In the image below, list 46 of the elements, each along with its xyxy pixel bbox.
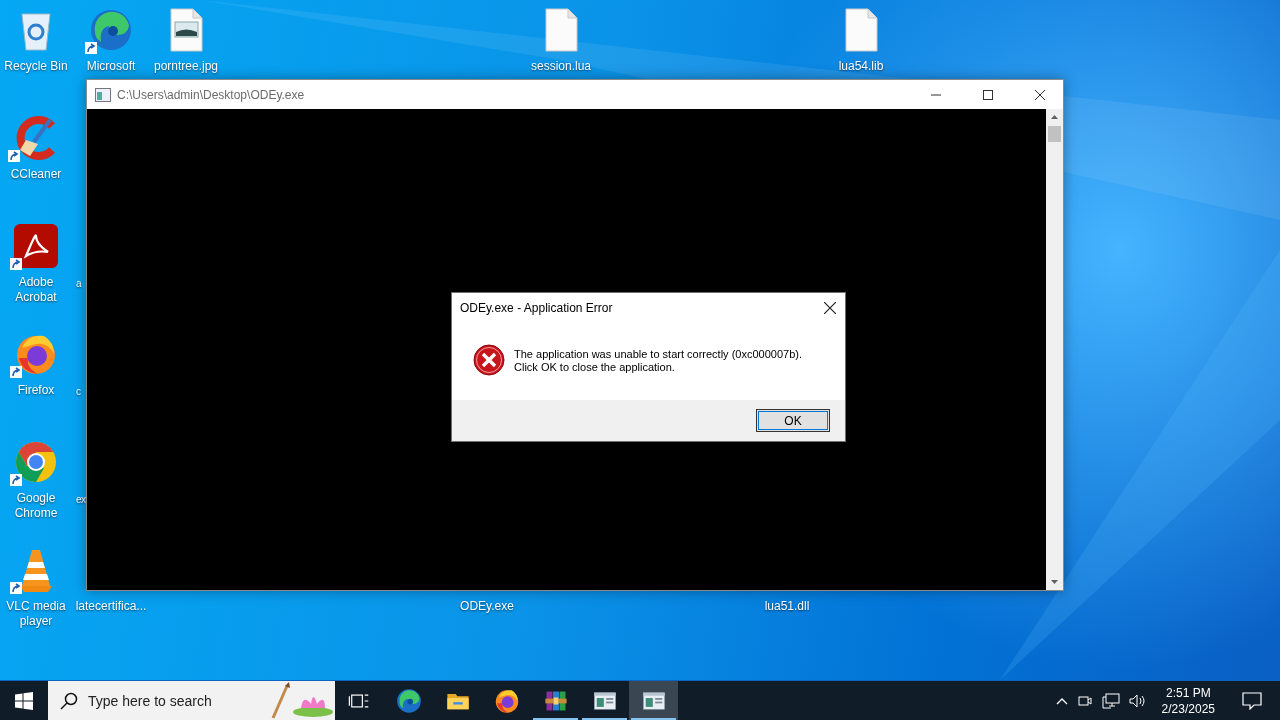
icon-label[interactable]: a: [76, 276, 82, 291]
icon-label[interactable]: Adobe Acrobat: [0, 275, 74, 305]
browser-icon: [395, 687, 422, 714]
error-message: The application was unable to start correctly (0xc000007b). Click OK to close the application.: [514, 348, 802, 374]
dialog-title: ODEy.exe - Application Error: [460, 300, 613, 315]
notification-icon: [1242, 691, 1262, 710]
file-icon: [543, 8, 579, 52]
error-icon: [473, 344, 505, 376]
icon-label[interactable]: Google Chrome: [0, 491, 74, 521]
taskbar-button[interactable]: [629, 681, 678, 720]
icon-label[interactable]: Firefox: [17, 383, 55, 398]
chevron-up-icon[interactable]: [1055, 696, 1068, 705]
window-title: C:\Users\admin\Desktop\ODEy.exe: [117, 87, 305, 102]
icon-label[interactable]: c: [76, 384, 81, 399]
icon-label[interactable]: VLC media player: [0, 599, 74, 629]
search-input[interactable]: Type here to search: [86, 691, 263, 710]
volume-icon[interactable]: [1128, 692, 1147, 709]
fox-browser-icon: [493, 687, 520, 714]
close-icon: [1035, 89, 1045, 100]
windows-icon: [15, 691, 33, 710]
clock-button[interactable]: 2:51 PM 2/23/2025: [1155, 684, 1221, 717]
file-icon: [843, 8, 879, 52]
search-field[interactable]: Type here to search: [48, 681, 335, 720]
icon-label[interactable]: ODEy.exe: [460, 599, 514, 614]
icon-label[interactable]: CCleaner: [10, 167, 62, 182]
lotus-drawing: [271, 681, 335, 720]
maximize-icon: [983, 89, 993, 100]
icon-label[interactable]: latecertifica...: [75, 599, 147, 614]
icon-label[interactable]: ex: [76, 492, 86, 507]
image-file-icon: [168, 8, 204, 52]
close-icon: [824, 301, 836, 314]
icon-label[interactable]: porntree.jpg: [153, 59, 218, 74]
browser-icon: [89, 8, 133, 52]
icon-label[interactable]: session.lua: [530, 59, 591, 74]
scrollbar[interactable]: [1046, 109, 1063, 590]
console-icon: [95, 87, 111, 102]
icon-label[interactable]: lua51.dll: [764, 599, 810, 614]
network-icon[interactable]: [1101, 692, 1120, 709]
icon-label[interactable]: Recycle Bin: [4, 59, 68, 74]
icon-label[interactable]: Microsoft: [86, 59, 136, 74]
ok-button[interactable]: OK: [756, 409, 830, 432]
search-icon: [60, 691, 78, 710]
icon-label[interactable]: lua54.lib: [838, 59, 884, 74]
pdf-reader-icon: [14, 224, 58, 268]
browser-icon: [14, 440, 58, 484]
scroll-thumb[interactable]: [1048, 126, 1061, 142]
